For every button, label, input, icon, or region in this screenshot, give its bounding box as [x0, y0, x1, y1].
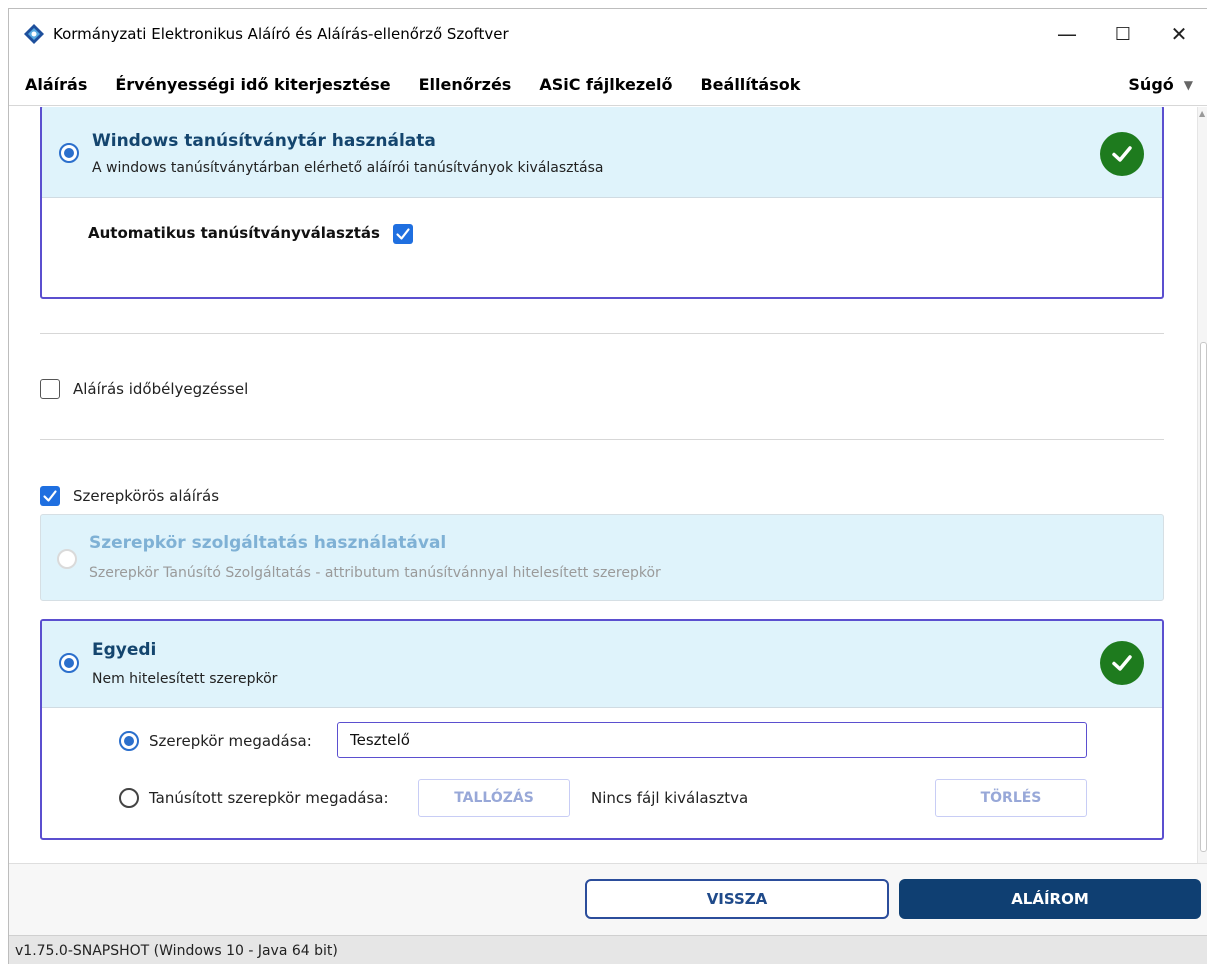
checkmark-icon: [396, 228, 410, 240]
windows-store-radio[interactable]: [59, 143, 79, 163]
custom-role-radio[interactable]: [59, 653, 79, 673]
menu-item-beallitasok[interactable]: Beállítások: [700, 75, 800, 94]
windows-store-header: Windows tanúsítványtár használata A wind…: [42, 107, 1162, 198]
certified-role-label: Tanúsított szerepkör megadása:: [149, 789, 389, 807]
certified-role-radio[interactable]: [119, 788, 139, 808]
auto-select-checkbox[interactable]: [393, 224, 413, 244]
checkmark-icon: [43, 490, 57, 502]
check-circle-icon: [1100, 641, 1144, 685]
sign-button[interactable]: ALÁÍROM: [899, 879, 1201, 919]
role-signature-checkbox[interactable]: [40, 486, 60, 506]
maximize-button[interactable]: ☐: [1095, 9, 1151, 59]
custom-role-header: Egyedi Nem hitelesített szerepkör: [42, 621, 1162, 708]
role-service-option: Szerepkör szolgáltatás használatával Sze…: [40, 514, 1164, 601]
chevron-down-icon: ▼: [1183, 77, 1193, 92]
minimize-button[interactable]: —: [1039, 9, 1095, 59]
menu-item-asic[interactable]: ASiC fájlkezelő: [539, 75, 672, 94]
auto-select-label: Automatikus tanúsítványválasztás: [88, 224, 380, 242]
status-bar: v1.75.0-SNAPSHOT (Windows 10 - Java 64 b…: [9, 935, 1207, 964]
back-button[interactable]: VISSZA: [585, 879, 889, 919]
role-service-subtitle: Szerepkör Tanúsító Szolgáltatás - attrib…: [89, 565, 661, 581]
app-window: Kormányzati Elektronikus Aláíró és Aláír…: [8, 8, 1207, 964]
delete-button[interactable]: TÖRLÉS: [935, 779, 1087, 817]
menu-item-ellenorzes[interactable]: Ellenőrzés: [419, 75, 512, 94]
custom-role-subtitle: Nem hitelesített szerepkör: [92, 671, 278, 687]
windows-store-card[interactable]: Windows tanúsítványtár használata A wind…: [40, 107, 1164, 299]
role-service-radio: [57, 549, 77, 569]
action-footer: VISSZA ALÁÍROM: [9, 863, 1207, 935]
role-entry-label: Szerepkör megadása:: [149, 732, 312, 750]
close-button[interactable]: ✕: [1151, 9, 1207, 59]
menu-item-ervenyessegi[interactable]: Érvényességi idő kiterjesztése: [115, 75, 390, 94]
window-title: Kormányzati Elektronikus Aláíró és Aláír…: [53, 25, 509, 43]
windows-store-title: Windows tanúsítványtár használata: [92, 131, 436, 151]
vertical-scrollbar[interactable]: ▲: [1197, 107, 1207, 863]
menu-bar: Aláírás Érvényességi idő kiterjesztése E…: [9, 64, 1207, 106]
no-file-label: Nincs fájl kiválasztva: [591, 789, 749, 807]
custom-role-title: Egyedi: [92, 640, 157, 660]
role-entry-radio[interactable]: [119, 731, 139, 751]
windows-store-subtitle: A windows tanúsítványtárban elérhető alá…: [92, 160, 604, 176]
role-signature-label: Szerepkörös aláírás: [73, 487, 220, 505]
timestamp-checkbox[interactable]: [40, 379, 60, 399]
version-label: v1.75.0-SNAPSHOT (Windows 10 - Java 64 b…: [15, 942, 338, 959]
timestamp-label: Aláírás időbélyegzéssel: [73, 380, 249, 398]
scroll-thumb[interactable]: [1200, 342, 1207, 852]
app-logo-icon: [24, 24, 44, 44]
scroll-up-icon[interactable]: ▲: [1199, 109, 1205, 118]
divider: [40, 333, 1164, 334]
help-label: Súgó: [1128, 75, 1174, 94]
menu-item-help[interactable]: Súgó ▼: [1128, 75, 1193, 94]
role-input[interactable]: [337, 722, 1087, 758]
browse-button[interactable]: TALLÓZÁS: [418, 779, 570, 817]
check-circle-icon: [1100, 132, 1144, 176]
menu-item-alairas[interactable]: Aláírás: [25, 75, 87, 94]
role-service-title: Szerepkör szolgáltatás használatával: [89, 533, 447, 553]
settings-content: Windows tanúsítványtár használata A wind…: [9, 107, 1197, 863]
title-bar: Kormányzati Elektronikus Aláíró és Aláír…: [9, 9, 1207, 59]
divider: [40, 439, 1164, 440]
